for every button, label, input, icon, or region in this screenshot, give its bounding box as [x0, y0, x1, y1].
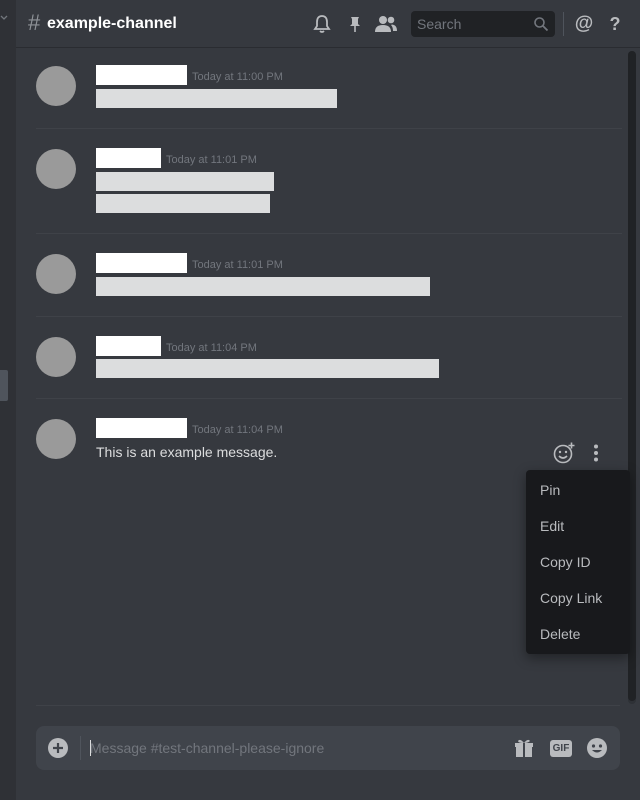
composer-separator — [80, 736, 81, 760]
username-redacted[interactable] — [96, 148, 161, 168]
add-reaction-icon[interactable] — [552, 441, 576, 465]
username-redacted[interactable] — [96, 65, 187, 85]
at-icon[interactable]: @ — [572, 12, 596, 36]
message-text-redacted — [96, 172, 274, 191]
channel-header: # example-channel @ ? — [16, 0, 640, 48]
message-text-redacted — [96, 359, 439, 378]
menu-item-copy-link[interactable]: Copy Link — [540, 589, 602, 607]
message-context-menu: Pin Edit Copy ID Copy Link Delete — [526, 470, 630, 654]
search-icon[interactable] — [533, 16, 549, 32]
menu-item-copy-id[interactable]: Copy ID — [540, 553, 591, 571]
hash-icon: # — [28, 10, 41, 35]
message-text-redacted — [96, 277, 430, 296]
username-redacted[interactable] — [96, 253, 187, 273]
menu-item-edit[interactable]: Edit — [540, 517, 564, 535]
composer-divider — [36, 705, 620, 706]
pin-icon[interactable] — [343, 12, 367, 36]
chevron-down-icon[interactable] — [0, 14, 8, 22]
help-icon[interactable]: ? — [603, 12, 627, 36]
header-divider — [563, 12, 564, 36]
avatar[interactable] — [36, 337, 76, 377]
message-divider — [36, 233, 622, 234]
avatar[interactable] — [36, 66, 76, 106]
text-caret — [90, 740, 91, 756]
help-symbol: ? — [609, 14, 621, 34]
gif-label: GIF — [549, 739, 573, 757]
server-sidebar-edge — [0, 0, 16, 800]
avatar[interactable] — [36, 254, 76, 294]
members-icon[interactable] — [374, 12, 398, 36]
mentions-symbol: @ — [574, 13, 594, 34]
gift-icon[interactable] — [512, 736, 536, 760]
menu-item-pin[interactable]: Pin — [540, 481, 560, 499]
message-timestamp: Today at 11:01 PM — [166, 154, 257, 166]
username-redacted[interactable] — [96, 336, 161, 356]
message-composer: GIF — [36, 726, 620, 770]
avatar[interactable] — [36, 149, 76, 189]
message-timestamp: Today at 11:01 PM — [192, 259, 283, 271]
search-box[interactable] — [411, 11, 555, 37]
more-options-icon[interactable] — [584, 441, 608, 465]
message-timestamp: Today at 11:04 PM — [166, 342, 257, 354]
message-text-redacted — [96, 194, 270, 213]
message-text-redacted — [96, 89, 337, 108]
bell-icon[interactable] — [310, 12, 334, 36]
search-input[interactable] — [411, 11, 533, 37]
message-text: This is an example message. — [96, 444, 278, 460]
message-divider — [36, 128, 622, 129]
message-input[interactable] — [90, 726, 500, 770]
avatar[interactable] — [36, 419, 76, 459]
message-divider — [36, 398, 622, 399]
menu-item-delete[interactable]: Delete — [540, 625, 580, 643]
add-icon[interactable] — [46, 736, 70, 760]
channel-title: example-channel — [47, 15, 177, 32]
emoji-icon[interactable] — [585, 736, 609, 760]
message-timestamp: Today at 11:00 PM — [192, 71, 283, 83]
message-timestamp: Today at 11:04 PM — [192, 424, 283, 436]
message-divider — [36, 316, 622, 317]
gif-icon[interactable]: GIF — [547, 736, 575, 760]
selected-channel-indicator — [0, 370, 8, 401]
username-redacted[interactable] — [96, 418, 187, 438]
